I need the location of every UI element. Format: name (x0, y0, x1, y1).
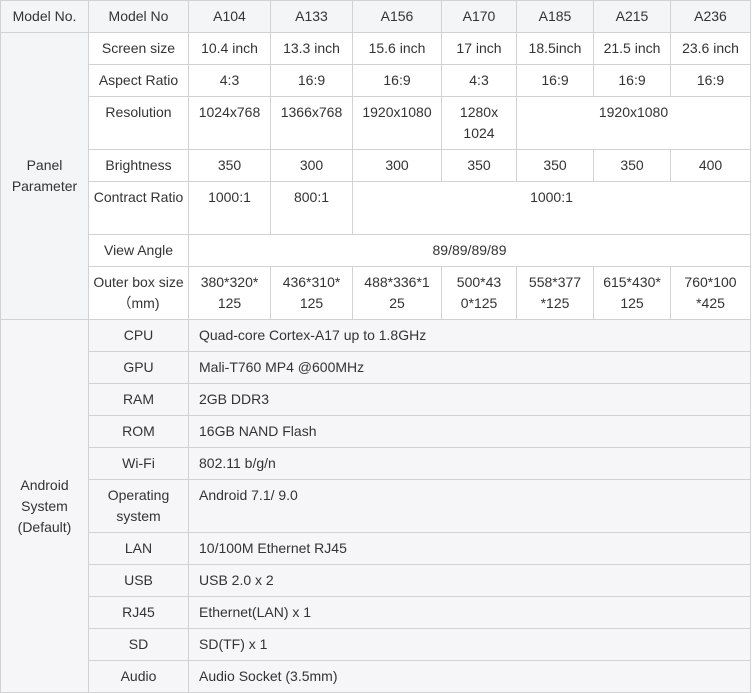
android-row: LAN 10/100M Ethernet RJ45 (1, 532, 751, 565)
android-row: ROM 16GB NAND Flash (1, 415, 751, 448)
row-label: RAM (88, 383, 189, 416)
cell: 16:9 (270, 64, 353, 97)
header-model: A133 (270, 0, 353, 33)
cell: 16:9 (670, 64, 751, 97)
row-label: Wi-Fi (88, 447, 189, 480)
cell: 16:9 (352, 64, 442, 97)
cell: 16GB NAND Flash (188, 415, 751, 448)
cell: 13.3 inch (270, 32, 353, 65)
outer-box-row: Outer box size（mm) 380*320* 125 436*310*… (1, 266, 751, 320)
android-system-label: Android System (Default) (0, 319, 89, 693)
cell: 1366x768 (270, 96, 353, 150)
row-label: Resolution (88, 96, 189, 150)
cell: 1000:1 (352, 181, 751, 235)
header-cell: Model No (88, 0, 189, 33)
header-model: A215 (593, 0, 671, 33)
cell: 400 (670, 149, 751, 182)
screen-size-row: Panel Parameter Screen size 10.4 inch 13… (0, 32, 751, 320)
android-row: Audio Audio Socket (3.5mm) (1, 660, 751, 693)
cell: SD(TF) x 1 (188, 628, 751, 661)
cell: 300 (270, 149, 353, 182)
panel-parameter-label: Panel Parameter (0, 32, 89, 320)
header-model: A236 (670, 0, 751, 33)
cell: 436*310* 125 (270, 266, 353, 320)
aspect-ratio-row: Aspect Ratio 4:3 16:9 16:9 4:3 16:9 16:9… (1, 64, 751, 97)
android-row: GPU Mali-T760 MP4 @600MHz (1, 351, 751, 384)
cell: Ethernet(LAN) x 1 (188, 596, 751, 629)
header-model: A156 (352, 0, 442, 33)
row-label: Brightness (88, 149, 189, 182)
cell: 380*320* 125 (188, 266, 271, 320)
cell: 1280x 1024 (441, 96, 517, 150)
cell: Quad-core Cortex-A17 up to 1.8GHz (188, 319, 751, 352)
row-label: RJ45 (88, 596, 189, 629)
cell: 802.11 b/g/n (188, 447, 751, 480)
brightness-row: Brightness 350 300 300 350 350 350 400 (1, 149, 751, 182)
cell: 615*430* 125 (593, 266, 671, 320)
cell: 350 (441, 149, 517, 182)
row-label: SD (88, 628, 189, 661)
android-row: SD SD(TF) x 1 (1, 628, 751, 661)
cell: 15.6 inch (352, 32, 442, 65)
header-row: Model No. Model No A104 A133 A156 A170 A… (0, 0, 751, 33)
cell: 4:3 (188, 64, 271, 97)
resolution-row: Resolution 1024x768 1366x768 1920x1080 1… (1, 96, 751, 150)
row-label: Contract Ratio (88, 181, 189, 235)
row-label: GPU (88, 351, 189, 384)
cell: USB 2.0 x 2 (188, 564, 751, 597)
cell: 300 (352, 149, 442, 182)
cell: Mali-T760 MP4 @600MHz (188, 351, 751, 384)
row-label: Operating system (88, 479, 189, 533)
cell: 558*377 *125 (516, 266, 594, 320)
cell: 350 (593, 149, 671, 182)
cell: 17 inch (441, 32, 517, 65)
cell: 2GB DDR3 (188, 383, 751, 416)
row-label: Outer box size（mm) (88, 266, 189, 320)
cell: 800:1 (270, 181, 353, 235)
android-row: Android System (Default) CPU Quad-core Cor… (0, 319, 751, 693)
cell: 21.5 inch (593, 32, 671, 65)
cell: 16:9 (593, 64, 671, 97)
header-cell: Model No. (0, 0, 89, 33)
row-label: USB (88, 564, 189, 597)
android-row: Wi-Fi 802.11 b/g/n (1, 447, 751, 480)
contrast-row: Contract Ratio 1000:1 800:1 1000:1 (1, 181, 751, 235)
cell: 10.4 inch (188, 32, 271, 65)
cell: 1920x1080 (352, 96, 442, 150)
cell: 350 (516, 149, 594, 182)
cell: 23.6 inch (670, 32, 751, 65)
header-model: A170 (441, 0, 517, 33)
header-model: A104 (188, 0, 271, 33)
view-angle-row: View Angle 89/89/89/89 (1, 234, 751, 267)
cell: 16:9 (516, 64, 594, 97)
row-label: View Angle (88, 234, 189, 267)
spec-table: Model No. Model No A104 A133 A156 A170 A… (0, 0, 751, 693)
cell: 1000:1 (188, 181, 271, 235)
cell: Android 7.1/ 9.0 (188, 479, 751, 533)
row-label: ROM (88, 415, 189, 448)
cell: 760*100 *425 (670, 266, 751, 320)
row-label: LAN (88, 532, 189, 565)
android-row: RJ45 Ethernet(LAN) x 1 (1, 596, 751, 629)
android-row: USB USB 2.0 x 2 (1, 564, 751, 597)
cell: 10/100M Ethernet RJ45 (188, 532, 751, 565)
cell: 500*43 0*125 (441, 266, 517, 320)
row-label: CPU (88, 319, 189, 352)
cell: 1920x1080 (516, 96, 751, 150)
cell: 488*336*1 25 (352, 266, 442, 320)
cell: 1024x768 (188, 96, 271, 150)
cell: 4:3 (441, 64, 517, 97)
cell: Audio Socket (3.5mm) (188, 660, 751, 693)
cell: 18.5inch (516, 32, 594, 65)
row-label: Aspect Ratio (88, 64, 189, 97)
android-row: RAM 2GB DDR3 (1, 383, 751, 416)
header-model: A185 (516, 0, 594, 33)
row-label: Audio (88, 660, 189, 693)
cell: 89/89/89/89 (188, 234, 751, 267)
cell: 350 (188, 149, 271, 182)
android-row: Operating system Android 7.1/ 9.0 (1, 479, 751, 533)
row-label: Screen size (88, 32, 189, 65)
